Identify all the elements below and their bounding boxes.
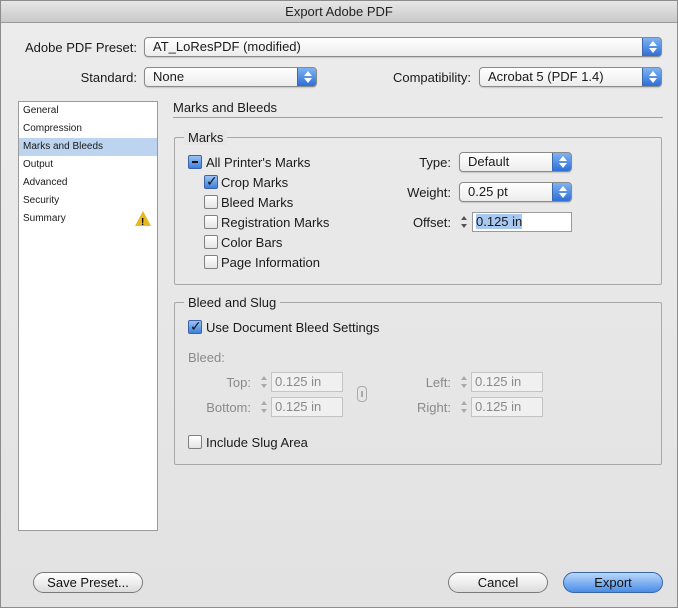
standard-label: Standard:	[80, 70, 137, 85]
sidebar-item-summary[interactable]: Summary !	[19, 210, 157, 228]
type-popup[interactable]: Default	[459, 152, 572, 172]
preset-popup[interactable]: AT_LoResPDF (modified)	[144, 37, 662, 57]
bleed-slug-group-title: Bleed and Slug	[184, 295, 281, 310]
crop-marks-label: Crop Marks	[221, 175, 289, 190]
include-slug-label: Include Slug Area	[206, 435, 308, 450]
type-label: Type:	[419, 155, 451, 170]
bleed-left-label: Left:	[425, 375, 451, 390]
marks-group-title: Marks	[184, 130, 228, 145]
bleed-marks-label: Bleed Marks	[221, 195, 294, 210]
compatibility-label: Compatibility:	[392, 70, 471, 85]
sidebar-item-general[interactable]: General	[19, 102, 157, 120]
bleed-marks-checkbox[interactable]	[204, 195, 218, 209]
sidebar-item-advanced[interactable]: Advanced	[19, 174, 157, 192]
bleed-left-stepper-icon[interactable]	[459, 372, 470, 392]
sidebar-item-marks-and-bleeds[interactable]: Marks and Bleeds	[19, 138, 157, 156]
registration-marks-label: Registration Marks	[221, 215, 330, 230]
bleed-bottom-label: Bottom:	[206, 400, 251, 415]
sidebar-item-security[interactable]: Security	[19, 192, 157, 210]
export-button[interactable]: Export	[563, 572, 663, 593]
use-document-bleed-checkbox[interactable]	[188, 318, 202, 335]
include-slug-checkbox[interactable]	[188, 435, 202, 449]
bleed-label: Bleed:	[188, 350, 225, 365]
compatibility-popup[interactable]: Acrobat 5 (PDF 1.4)	[479, 67, 662, 87]
weight-value: 0.25 pt	[468, 184, 508, 199]
bleed-bottom-stepper-icon[interactable]	[259, 397, 270, 417]
popup-arrows-icon	[297, 68, 316, 86]
sidebar-item-output[interactable]: Output	[19, 156, 157, 174]
preset-value: AT_LoResPDF (modified)	[153, 39, 301, 54]
all-printers-marks-checkbox[interactable]	[188, 155, 202, 169]
bleed-right-input[interactable]: 0.125 in	[471, 397, 543, 417]
weight-label: Weight:	[407, 185, 451, 200]
bleed-top-label: Top:	[226, 375, 251, 390]
compatibility-value: Acrobat 5 (PDF 1.4)	[488, 69, 604, 84]
offset-stepper-icon[interactable]	[459, 212, 470, 232]
popup-arrows-icon	[552, 153, 571, 171]
sidebar-item-compression[interactable]: Compression	[19, 120, 157, 138]
type-value: Default	[468, 154, 510, 169]
offset-label: Offset:	[412, 215, 451, 230]
window-title: Export Adobe PDF	[1, 1, 677, 23]
standard-value: None	[153, 69, 185, 84]
bleed-left-input[interactable]: 0.125 in	[471, 372, 543, 392]
panel-title-divider	[173, 117, 663, 118]
weight-popup[interactable]: 0.25 pt	[459, 182, 572, 202]
all-printers-marks-label: All Printer's Marks	[206, 155, 311, 170]
cancel-button[interactable]: Cancel	[448, 572, 548, 593]
save-preset-button[interactable]: Save Preset...	[33, 572, 143, 593]
bleed-bottom-input[interactable]: 0.125 in	[271, 397, 343, 417]
standard-popup[interactable]: None	[144, 67, 317, 87]
popup-arrows-icon	[642, 38, 661, 56]
bleed-top-stepper-icon[interactable]	[259, 372, 270, 392]
preset-label: Adobe PDF Preset:	[25, 40, 137, 55]
popup-arrows-icon	[552, 183, 571, 201]
use-document-bleed-label: Use Document Bleed Settings	[206, 320, 380, 335]
sidebar-category-list: General Compression Marks and Bleeds Out…	[18, 101, 158, 531]
export-pdf-dialog: Export Adobe PDF Adobe PDF Preset: AT_Lo…	[0, 0, 678, 608]
bleed-right-label: Right:	[417, 400, 451, 415]
crop-marks-checkbox[interactable]	[204, 173, 218, 190]
bleed-top-input[interactable]: 0.125 in	[271, 372, 343, 392]
page-information-label: Page Information	[221, 255, 321, 270]
panel-title: Marks and Bleeds	[173, 100, 278, 115]
bleed-right-stepper-icon[interactable]	[459, 397, 470, 417]
color-bars-label: Color Bars	[221, 235, 283, 250]
warning-icon: !	[135, 211, 151, 228]
page-information-checkbox[interactable]	[204, 255, 218, 269]
chain-link-icon[interactable]	[357, 386, 367, 402]
popup-arrows-icon	[642, 68, 661, 86]
color-bars-checkbox[interactable]	[204, 235, 218, 249]
offset-input[interactable]: 0.125 in	[472, 212, 572, 232]
registration-marks-checkbox[interactable]	[204, 215, 218, 229]
